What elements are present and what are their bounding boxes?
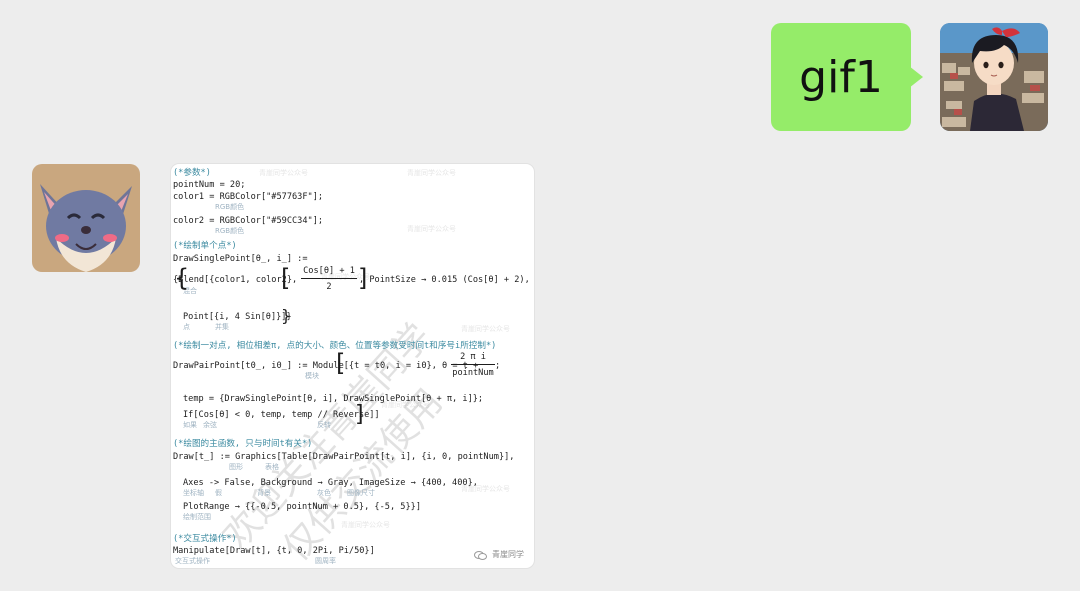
code-hint: 模块 bbox=[305, 372, 319, 380]
brace-open: { bbox=[174, 264, 190, 292]
fraction-bar bbox=[301, 278, 357, 279]
code-line: PlotRange → {{-0.5, pointNum + 0.5}, {-5… bbox=[183, 502, 421, 512]
fraction-denominator: 2 bbox=[326, 282, 332, 292]
code-line: ; bbox=[495, 361, 501, 371]
peer-avatar[interactable] bbox=[32, 164, 140, 272]
fraction-numerator: Cos[θ] + 1 bbox=[303, 266, 355, 276]
code-hint: 表格 bbox=[265, 463, 279, 471]
bracket-close: ] bbox=[355, 402, 364, 427]
bubble-tail bbox=[909, 66, 923, 88]
message-text: gif1 bbox=[799, 51, 883, 103]
fraction-bar bbox=[451, 364, 495, 365]
code-hint: 如果 bbox=[183, 421, 197, 429]
code-hint: 点 bbox=[183, 323, 190, 331]
code-hint: 余弦 bbox=[203, 421, 217, 429]
code-line: If[Cos[θ] < 0, temp, temp // Reverse]] bbox=[183, 410, 380, 420]
code-hint: RGB颜色 bbox=[215, 203, 245, 211]
code-comment: (*绘制单个点*) bbox=[173, 241, 237, 251]
code-line: DrawSinglePoint[θ_, i_] := bbox=[173, 254, 308, 264]
code-hint: 反转 bbox=[317, 421, 331, 429]
bracket-close: ] bbox=[358, 264, 368, 292]
code-line: Axes -> False, Background → Gray, ImageS… bbox=[183, 478, 478, 488]
fraction-numerator: 2 π i bbox=[460, 352, 486, 362]
code-hint: 灰色 bbox=[317, 489, 331, 497]
bracket-open: [ bbox=[336, 349, 346, 377]
code-hint: 背景 bbox=[257, 489, 271, 497]
code-line: , PointSize → 0.015 (Cos[θ] + 2), bbox=[359, 275, 530, 285]
code-comment: (*参数*) bbox=[173, 168, 211, 178]
code-line: Point[{i, 4 Sin[θ]}]} bbox=[183, 312, 292, 322]
code-hint: 并集 bbox=[215, 323, 229, 331]
bracket-open: [ bbox=[281, 264, 291, 292]
code-hint: 交互式操作 bbox=[175, 557, 210, 565]
code-line: temp = {DrawSinglePoint[θ, i], DrawSingl… bbox=[183, 394, 484, 404]
code-hint: 圆周率 bbox=[315, 557, 336, 565]
code-line: Manipulate[Draw[t], {t, 0, 2Pi, Pi/50}] bbox=[173, 546, 375, 556]
code-line: pointNum = 20; bbox=[173, 180, 246, 190]
code-line: DrawPairPoint[t0_, i0_] := Module[{t = t… bbox=[173, 361, 479, 371]
code-hint: 假 bbox=[215, 489, 222, 497]
code-comment: (*交互式操作*) bbox=[173, 534, 237, 544]
code-line: color1 = RGBColor["#57763F"]; bbox=[173, 192, 324, 202]
self-avatar[interactable] bbox=[940, 23, 1048, 131]
code-line: Draw[t_] := Graphics[Table[DrawPairPoint… bbox=[173, 452, 515, 462]
code-block: (*参数*) pointNum = 20; color1 = RGBColor[… bbox=[173, 166, 534, 568]
code-comment: (*绘制一对点, 相位相差π, 点的大小、颜色、位置等参数受时间t和序号i所控制… bbox=[173, 341, 497, 351]
fraction-denominator: pointNum bbox=[452, 368, 494, 378]
code-comment: (*绘图的主函数, 只与时间t有关*) bbox=[173, 439, 313, 449]
image-caption: 青崖同学 bbox=[474, 549, 524, 560]
self-message-bubble[interactable]: gif1 bbox=[771, 23, 911, 131]
code-hint: 绘制范围 bbox=[183, 513, 211, 521]
code-hint: 坐标轴 bbox=[183, 489, 204, 497]
code-line: color2 = RGBColor["#59CC34"]; bbox=[173, 216, 324, 226]
wechat-logo-icon bbox=[474, 550, 488, 560]
code-hint: RGB颜色 bbox=[215, 227, 245, 235]
peer-image-message[interactable]: 欢迎关注青崖同学 仅供交流使用 青崖同学公众号 青崖同学公众号 青崖同学公众号 … bbox=[171, 164, 534, 568]
code-hint: 图形 bbox=[229, 463, 243, 471]
caption-text: 青崖同学 bbox=[492, 550, 524, 559]
code-line: {Blend[{color1, color2}, bbox=[173, 275, 298, 285]
brace-close: } bbox=[281, 306, 292, 325]
code-hint: 图像尺寸 bbox=[347, 489, 375, 497]
